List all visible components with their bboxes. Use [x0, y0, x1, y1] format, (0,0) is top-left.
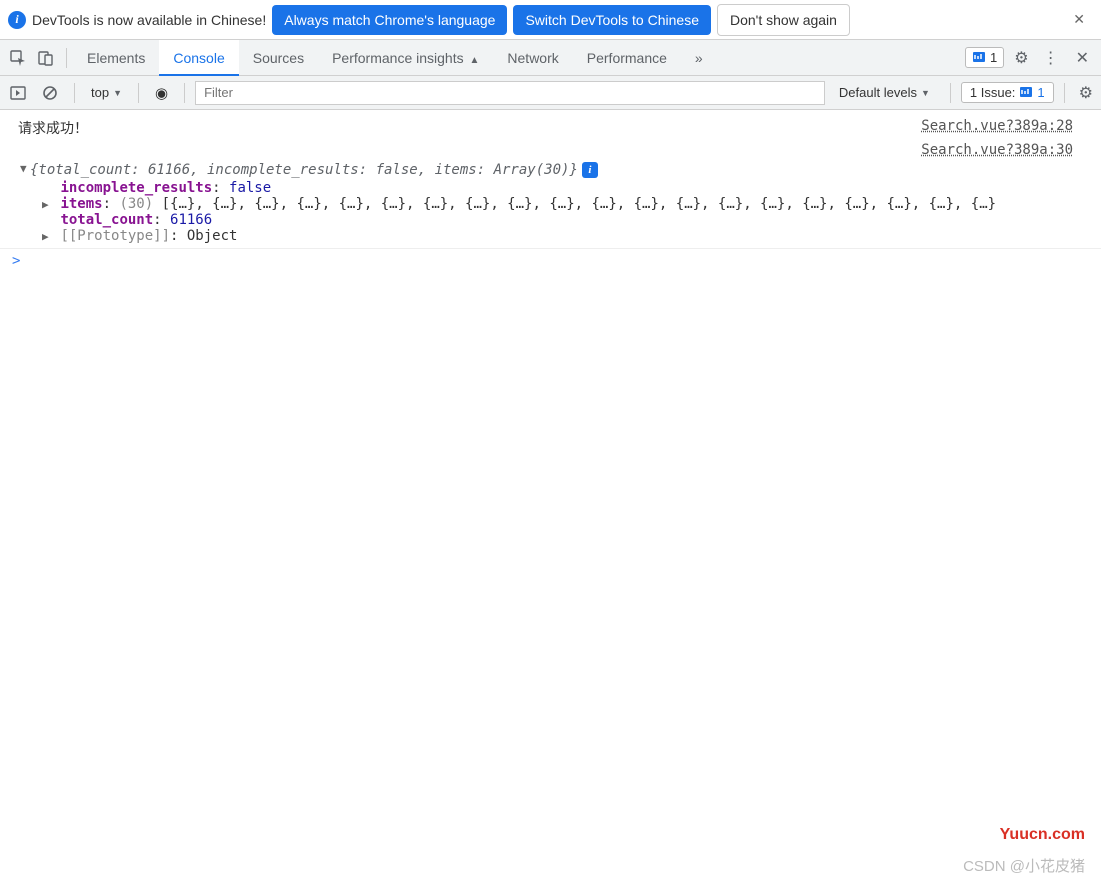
property-value: Object	[187, 228, 238, 244]
separator	[950, 83, 951, 103]
property-value: false	[229, 180, 271, 196]
tab-sources[interactable]: Sources	[239, 40, 318, 76]
match-language-button[interactable]: Always match Chrome's language	[272, 5, 507, 35]
devtools-tabbar: Elements Console Sources Performance ins…	[0, 40, 1101, 76]
banner-text: DevTools is now available in Chinese!	[32, 12, 266, 28]
issue-icon	[972, 51, 986, 65]
sidebar-toggle-icon[interactable]	[4, 79, 32, 107]
separator	[138, 83, 139, 103]
console-message: 请求成功！ Search.vue?389a:28	[0, 116, 1101, 140]
expand-toggle-icon[interactable]	[20, 162, 30, 175]
object-property: total_count: 61166	[0, 212, 1101, 228]
console-output: 请求成功！ Search.vue?389a:28 Search.vue?389a…	[0, 110, 1101, 279]
info-icon[interactable]: i	[582, 162, 598, 178]
language-banner: i DevTools is now available in Chinese! …	[0, 0, 1101, 40]
close-icon[interactable]: ✕	[1065, 7, 1093, 32]
context-label: top	[91, 85, 109, 100]
clear-console-icon[interactable]	[36, 79, 64, 107]
inspect-element-icon[interactable]	[4, 44, 32, 72]
levels-label: Default levels	[839, 85, 917, 100]
log-levels-selector[interactable]: Default levels ▼	[829, 85, 940, 100]
issues-label: 1 Issue:	[970, 85, 1016, 100]
console-toolbar: top ▼ ◉ Default levels ▼ 1 Issue: 1 ⚙	[0, 76, 1101, 110]
filter-input[interactable]	[195, 81, 825, 105]
property-value: 61166	[170, 212, 212, 228]
device-toolbar-icon[interactable]	[32, 44, 60, 72]
object-property[interactable]: [[Prototype]]: Object	[0, 228, 1101, 244]
separator	[1064, 83, 1065, 103]
chevron-down-icon: ▼	[921, 88, 930, 98]
close-devtools-icon[interactable]: ✕	[1068, 44, 1097, 72]
switch-language-button[interactable]: Switch DevTools to Chinese	[513, 5, 711, 35]
context-selector[interactable]: top ▼	[85, 85, 128, 100]
flask-icon: ▲	[470, 55, 480, 66]
expand-toggle-icon[interactable]	[42, 198, 52, 211]
tab-network[interactable]: Network	[493, 40, 572, 76]
console-message: Search.vue?389a:30	[0, 140, 1101, 160]
separator	[74, 83, 75, 103]
source-link[interactable]: Search.vue?389a:30	[921, 142, 1073, 158]
property-key: items	[60, 196, 102, 212]
tab-console[interactable]: Console	[159, 40, 238, 76]
tab-elements[interactable]: Elements	[73, 40, 159, 76]
console-settings-icon[interactable]: ⚙	[1075, 79, 1097, 107]
console-prompt[interactable]: >	[0, 248, 1101, 273]
more-menu-icon[interactable]: ⋮	[1039, 44, 1062, 72]
more-tabs-icon[interactable]: »	[681, 40, 717, 76]
live-expression-icon[interactable]: ◉	[149, 84, 174, 102]
issue-count: 1	[1037, 85, 1044, 100]
object-property[interactable]: items: (30) [{…}, {…}, {…}, {…}, {…}, {……	[0, 196, 1101, 212]
expand-toggle-icon[interactable]	[42, 230, 52, 243]
object-preview: {total_count: 61166, incomplete_results:…	[30, 162, 578, 178]
dont-show-again-button[interactable]: Don't show again	[717, 4, 850, 36]
array-length: (30)	[119, 196, 153, 212]
settings-icon[interactable]: ⚙	[1010, 44, 1032, 72]
issue-icon	[1019, 86, 1033, 100]
tab-performance-insights[interactable]: Performance insights ▲	[318, 40, 493, 76]
property-key: total_count	[60, 212, 153, 228]
object-summary[interactable]: {total_count: 61166, incomplete_results:…	[0, 160, 1101, 180]
tab-performance[interactable]: Performance	[573, 40, 681, 76]
array-preview: [{…}, {…}, {…}, {…}, {…}, {…}, {…}, {…},…	[162, 196, 996, 212]
separator	[184, 83, 185, 103]
property-key: [[Prototype]]	[60, 228, 170, 244]
message-text: 请求成功！	[18, 118, 921, 138]
issues-pill[interactable]: 1 Issue: 1	[961, 82, 1054, 103]
issues-count: 1	[990, 50, 997, 65]
source-link[interactable]: Search.vue?389a:28	[921, 118, 1073, 138]
chevron-down-icon: ▼	[113, 88, 122, 98]
info-icon: i	[8, 11, 26, 29]
watermark: CSDN @小花皮猪	[963, 855, 1085, 876]
object-property: incomplete_results: false	[0, 180, 1101, 196]
separator	[66, 48, 67, 68]
property-key: incomplete_results	[60, 180, 212, 196]
watermark: Yuucn.com	[1000, 826, 1085, 844]
issues-badge[interactable]: 1	[965, 47, 1004, 68]
